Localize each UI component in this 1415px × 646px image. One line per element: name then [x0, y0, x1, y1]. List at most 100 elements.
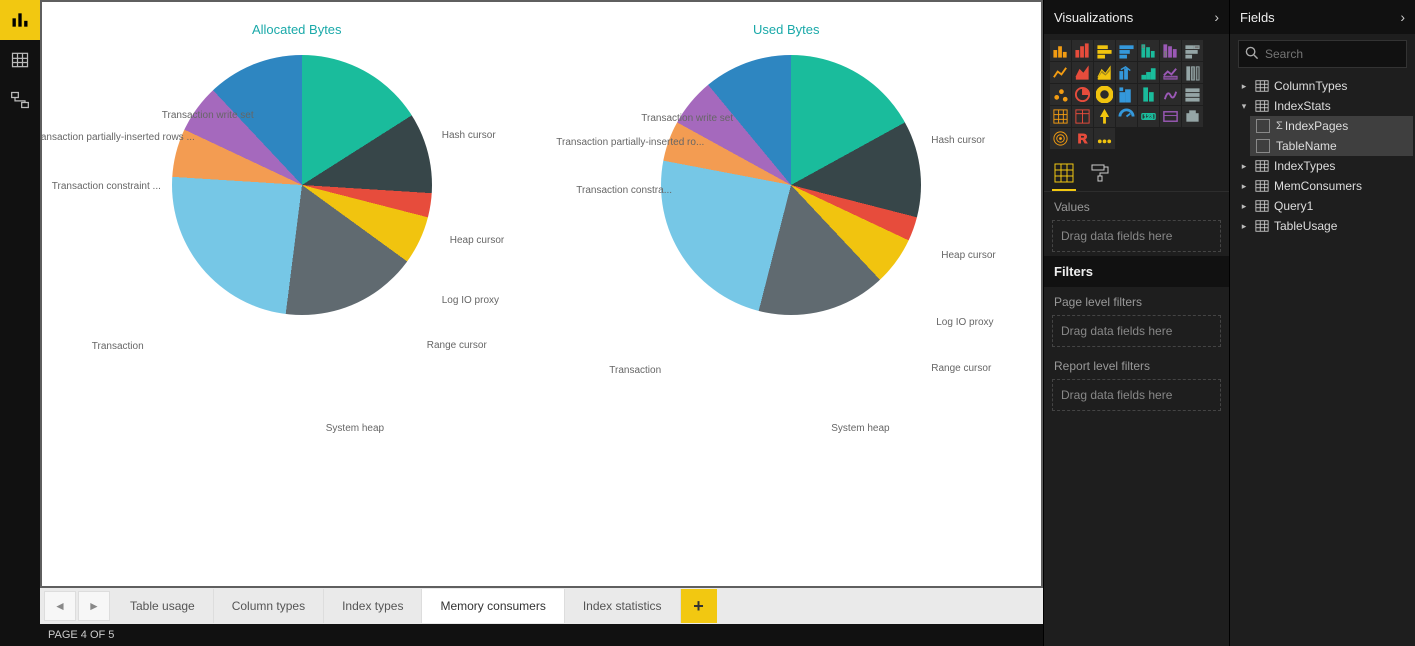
viz-type-button[interactable]: [1116, 40, 1137, 61]
viz-type-button[interactable]: [1050, 62, 1071, 83]
viz-type-button[interactable]: [1116, 106, 1137, 127]
visualizations-header[interactable]: Visualizations ›: [1044, 0, 1229, 34]
viz-type-button[interactable]: [1116, 84, 1137, 105]
pie-label: Transaction write set: [641, 113, 733, 124]
tab-index-types[interactable]: Index types: [324, 589, 422, 623]
viz-type-button[interactable]: [1072, 40, 1093, 61]
viz-type-button[interactable]: [1160, 106, 1181, 127]
viz-type-button[interactable]: [1072, 106, 1093, 127]
pie-label: Transaction partially-inserted ro...: [556, 137, 704, 148]
viz-type-button[interactable]: [1116, 62, 1137, 83]
data-view-button[interactable]: [0, 40, 40, 80]
fields-header[interactable]: Fields ›: [1230, 0, 1415, 34]
pie-label: Heap cursor: [450, 235, 504, 246]
table-icon: [1254, 159, 1270, 173]
viz-type-button[interactable]: [1050, 128, 1071, 149]
page-filters-dropzone[interactable]: Drag data fields here: [1052, 315, 1221, 347]
field-node-indexpages[interactable]: ΣIndexPages: [1250, 116, 1413, 136]
pie-slice-group: [172, 55, 432, 315]
viz-type-button[interactable]: [1094, 40, 1115, 61]
relationship-icon: [10, 90, 30, 110]
viz-type-button[interactable]: R: [1072, 128, 1093, 149]
pie-label: System heap: [831, 423, 889, 434]
viz-type-button[interactable]: [1160, 84, 1181, 105]
caret-right-icon: ▸: [1238, 161, 1250, 172]
caret-down-icon: ▾: [1238, 101, 1250, 112]
table-label: IndexTypes: [1274, 159, 1335, 173]
search-input[interactable]: [1238, 40, 1407, 68]
table-label: Query1: [1274, 199, 1313, 213]
values-dropzone[interactable]: Drag data fields here: [1052, 220, 1221, 252]
table-node-memconsumers[interactable]: ▸MemConsumers: [1232, 176, 1413, 196]
viz-type-button[interactable]: [1160, 62, 1181, 83]
viz-type-button[interactable]: [1094, 62, 1115, 83]
pie-label: Transaction constraint ...: [52, 181, 161, 192]
view-rail: [0, 0, 40, 646]
fields-well-button[interactable]: [1054, 163, 1074, 183]
fields-search: [1238, 40, 1407, 68]
checkbox[interactable]: [1256, 119, 1270, 133]
viz-type-button[interactable]: [1160, 40, 1181, 61]
chart-allocated[interactable]: Allocated Bytes Hash cursorHeap cursorLo…: [52, 12, 542, 576]
viz-type-button[interactable]: [1138, 40, 1159, 61]
table-node-indextypes[interactable]: ▸ IndexTypes: [1232, 156, 1413, 176]
viz-type-button[interactable]: [1050, 40, 1071, 61]
report-canvas[interactable]: Allocated Bytes Hash cursorHeap cursorLo…: [42, 2, 1041, 586]
viz-type-button[interactable]: [1072, 62, 1093, 83]
viz-type-button[interactable]: [1072, 84, 1093, 105]
sigma-icon: Σ: [1276, 120, 1283, 132]
canvas-column: Allocated Bytes Hash cursorHeap cursorLo…: [40, 0, 1043, 646]
barchart-icon: [10, 10, 30, 30]
pie-label: System heap: [326, 423, 384, 434]
page-tabs: ◄ ► Table usageColumn typesIndex typesMe…: [40, 588, 1043, 624]
caret-right-icon: ▸: [1238, 81, 1250, 92]
svg-text:R: R: [1078, 131, 1088, 146]
field-node-tablename[interactable]: TableName: [1250, 136, 1413, 156]
viz-type-button[interactable]: 123: [1138, 106, 1159, 127]
values-label: Values: [1044, 192, 1229, 216]
tabs-next-button[interactable]: ►: [78, 591, 110, 621]
tabs-prev-button[interactable]: ◄: [44, 591, 76, 621]
chart-used[interactable]: Used Bytes Hash cursorHeap cursorLog IO …: [542, 12, 1032, 576]
viz-type-button[interactable]: [1182, 84, 1203, 105]
viz-type-button[interactable]: [1050, 84, 1071, 105]
chevron-right-icon: ›: [1400, 9, 1405, 25]
table-node-query1[interactable]: ▸Query1: [1232, 196, 1413, 216]
viz-type-button[interactable]: [1138, 84, 1159, 105]
report-filters-dropzone[interactable]: Drag data fields here: [1052, 379, 1221, 411]
viz-type-button[interactable]: [1182, 62, 1203, 83]
viz-type-button[interactable]: [1182, 106, 1203, 127]
tab-column-types[interactable]: Column types: [214, 589, 324, 623]
report-view-button[interactable]: [0, 0, 40, 40]
format-button[interactable]: [1090, 163, 1110, 183]
viz-type-button[interactable]: [1050, 106, 1071, 127]
viz-type-button[interactable]: [1094, 84, 1115, 105]
visualizations-pane: Visualizations › 123 R Values Drag data f…: [1043, 0, 1229, 646]
filters-header: Filters: [1044, 256, 1229, 287]
table-icon: [1254, 219, 1270, 233]
pane-title: Fields: [1240, 10, 1275, 25]
viz-type-button[interactable]: [1094, 106, 1115, 127]
viz-type-button[interactable]: [1094, 128, 1115, 149]
viz-type-button[interactable]: [1182, 40, 1203, 61]
tab-index-statistics[interactable]: Index statistics: [565, 589, 681, 623]
viz-type-button[interactable]: [1138, 62, 1159, 83]
viz-toolbar: [1044, 155, 1229, 192]
pie-label: Log IO proxy: [936, 317, 993, 328]
table-icon: [10, 50, 30, 70]
pie-label: Log IO proxy: [442, 295, 499, 306]
tab-memory-consumers[interactable]: Memory consumers: [422, 589, 564, 623]
add-page-button[interactable]: +: [681, 589, 717, 623]
pie-label: Hash cursor: [931, 135, 985, 146]
table-icon: [1254, 179, 1270, 193]
table-node-indexstats[interactable]: ▾IndexStats: [1232, 96, 1413, 116]
paint-roller-icon: [1090, 163, 1110, 183]
table-node-tableusage[interactable]: ▸TableUsage: [1232, 216, 1413, 236]
tab-list: Table usageColumn typesIndex typesMemory…: [112, 589, 681, 623]
pie-label: Hash cursor: [442, 130, 496, 141]
model-view-button[interactable]: [0, 80, 40, 120]
tab-table-usage[interactable]: Table usage: [112, 589, 214, 623]
pane-title: Visualizations: [1054, 10, 1133, 25]
checkbox[interactable]: [1256, 139, 1270, 153]
table-node-columntypes[interactable]: ▸ColumnTypes: [1232, 76, 1413, 96]
